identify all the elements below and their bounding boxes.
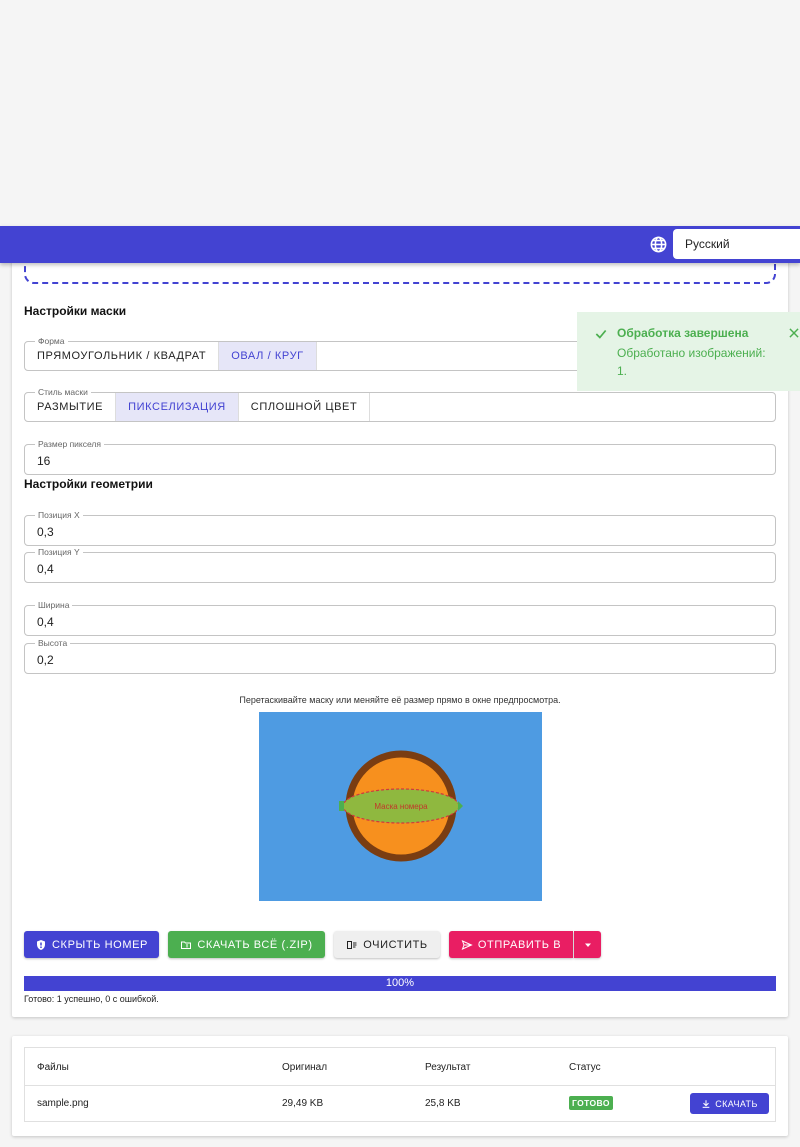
width-value[interactable]: 0,4 (37, 615, 54, 629)
clear-button[interactable]: ОЧИСТИТЬ (334, 931, 440, 958)
download-file-label: СКАЧАТЬ (715, 1098, 758, 1109)
status-badge: ГОТОВО (569, 1096, 613, 1110)
height-value[interactable]: 0,2 (37, 653, 54, 667)
pos-y-field[interactable]: Позиция Y 0,4 (24, 546, 776, 583)
height-label: Высота (35, 637, 71, 649)
table-header-original: Оригинал (282, 1062, 328, 1073)
toast-message: Обработано изображений: 1. (617, 346, 766, 378)
send-to-button[interactable]: ОТПРАВИТЬ В (449, 931, 573, 958)
pixel-size-field[interactable]: Размер пикселя 16 (24, 438, 776, 475)
toast-title: Обработка завершена (617, 326, 749, 340)
preview-canvas[interactable]: Маска номера (259, 712, 542, 901)
send-icon (461, 939, 473, 950)
style-option-blur[interactable]: РАЗМЫТИЕ (25, 393, 117, 421)
progress-bar: 100% (24, 976, 776, 991)
progress-status: Готово: 1 успешно, 0 с ошибкой. (24, 994, 159, 1004)
pixel-size-label: Размер пикселя (35, 438, 104, 450)
cell-original-size: 29,49 KB (282, 1098, 324, 1109)
send-to-dropdown-button[interactable] (574, 931, 601, 958)
results-table: Файлы Оригинал Результат Статус sample.p… (24, 1047, 776, 1122)
shape-option-oval[interactable]: ОВАЛ / КРУГ (219, 342, 317, 370)
shape-option-rectangle[interactable]: ПРЯМОУГОЛЬНИК / КВАДРАТ (25, 342, 220, 370)
mask-resize-handle-right[interactable] (458, 801, 463, 811)
pixel-size-value[interactable]: 16 (37, 454, 50, 468)
table-header-result: Результат (425, 1062, 471, 1073)
height-field[interactable]: Высота 0,2 (24, 637, 776, 674)
preview-image: Маска номера (339, 750, 463, 862)
width-field[interactable]: Ширина 0,4 (24, 599, 776, 636)
pos-y-label: Позиция Y (35, 546, 83, 558)
mask-resize-handle-left[interactable] (339, 801, 344, 811)
hide-plate-button[interactable]: СКРЫТЬ НОМЕР (24, 931, 159, 958)
check-icon (595, 329, 607, 339)
geometry-settings-title: Настройки геометрии (24, 477, 153, 491)
success-toast: Обработка завершена Обработано изображен… (577, 312, 800, 391)
pos-y-value[interactable]: 0,4 (37, 562, 54, 576)
table-divider (25, 1085, 775, 1086)
send-to-label: ОТПРАВИТЬ В (477, 938, 562, 951)
download-icon (702, 1099, 710, 1108)
folder-zip-icon (181, 941, 192, 949)
style-toggle-group: Стиль маски РАЗМЫТИЕ ПИКСЕЛИЗАЦИЯ СПЛОШН… (24, 386, 776, 422)
progress-label: 100% (385, 977, 415, 989)
app-bar: Русский (0, 226, 800, 263)
globe-icon[interactable] (649, 235, 668, 254)
mask-label: Маска номера (374, 802, 428, 811)
pos-x-label: Позиция X (35, 509, 83, 521)
preview-hint: Перетаскивайте маску или меняйте её разм… (239, 695, 561, 705)
pos-x-value[interactable]: 0,3 (37, 525, 54, 539)
language-select[interactable]: Русский (673, 229, 800, 259)
clear-list-icon (347, 940, 357, 949)
cell-result-size: 25,8 KB (425, 1098, 461, 1109)
clear-label: ОЧИСТИТЬ (363, 938, 428, 951)
download-zip-label: СКАЧАТЬ ВСЁ (.ZIP) (197, 938, 313, 951)
table-header-status: Статус (569, 1062, 601, 1073)
cell-file: sample.png (37, 1098, 89, 1109)
shield-icon (37, 939, 46, 950)
download-zip-button[interactable]: СКАЧАТЬ ВСЁ (.ZIP) (168, 931, 325, 958)
hide-plate-label: СКРЫТЬ НОМЕР (52, 938, 148, 951)
style-option-solid[interactable]: СПЛОШНОЙ ЦВЕТ (239, 393, 371, 421)
table-header-files: Файлы (37, 1062, 69, 1073)
download-file-button[interactable]: СКАЧАТЬ (690, 1093, 769, 1114)
style-option-pixelate[interactable]: ПИКСЕЛИЗАЦИЯ (116, 393, 239, 421)
caret-down-icon (584, 943, 591, 947)
close-icon[interactable] (787, 326, 800, 340)
pos-x-field[interactable]: Позиция X 0,3 (24, 509, 776, 546)
mask-settings-title: Настройки маски (24, 304, 127, 318)
width-label: Ширина (35, 599, 73, 611)
